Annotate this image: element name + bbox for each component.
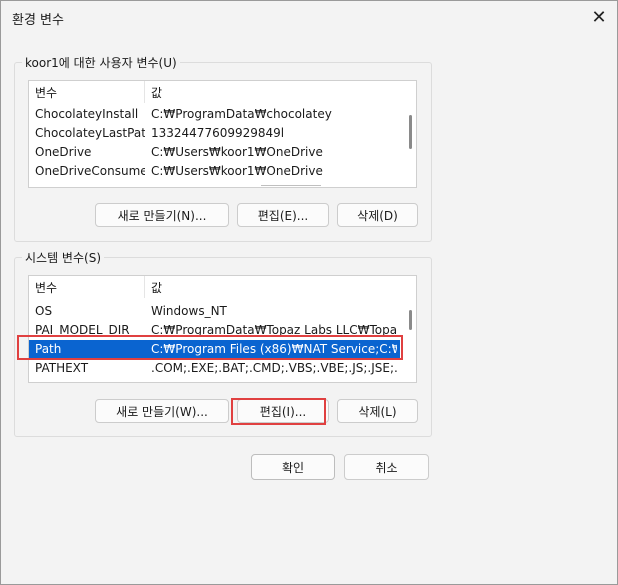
list-item[interactable]: PAI_MODEL_DIR C:₩ProgramData₩Topaz Labs … bbox=[29, 321, 400, 340]
user-edit-button[interactable]: 편집(E)... bbox=[237, 203, 329, 227]
system-list-scrollbar[interactable] bbox=[408, 298, 414, 380]
scrollbar-thumb[interactable] bbox=[409, 115, 412, 149]
cancel-button[interactable]: 취소 bbox=[344, 454, 429, 480]
list-header: 변수 값 bbox=[29, 276, 416, 298]
user-new-button[interactable]: 새로 만들기(N)... bbox=[95, 203, 229, 227]
variable-name: OS bbox=[35, 304, 53, 318]
list-item[interactable]: OneDrive C:₩Users₩koor1₩OneDrive bbox=[29, 143, 400, 162]
variable-value: C:₩ProgramData₩Topaz Labs LLC₩Topaz ... bbox=[151, 323, 397, 337]
variable-value: C:₩Program Files (x86)₩NAT Service;C:₩W.… bbox=[151, 342, 397, 356]
system-variables-group: 시스템 변수(S) 변수 값 OS Windows_NT PAI_MODEL_D… bbox=[14, 249, 432, 437]
user-variables-list[interactable]: 변수 값 ChocolateyInstall C:₩ProgramData₩ch… bbox=[28, 80, 417, 188]
variable-name: OneDrive bbox=[35, 145, 92, 159]
variable-name: Path bbox=[35, 342, 62, 356]
window-title: 환경 변수 bbox=[12, 13, 64, 28]
close-icon[interactable]: ✕ bbox=[587, 5, 611, 29]
system-variables-list[interactable]: 변수 값 OS Windows_NT PAI_MODEL_DIR C:₩Prog… bbox=[28, 275, 417, 383]
ok-button[interactable]: 확인 bbox=[251, 454, 335, 480]
variable-value: Windows_NT bbox=[151, 304, 227, 318]
user-list-scrollbar[interactable] bbox=[408, 103, 414, 185]
variable-value: C:₩ProgramData₩chocolatey bbox=[151, 107, 332, 121]
column-divider bbox=[144, 81, 145, 103]
list-header: 변수 값 bbox=[29, 81, 416, 103]
list-item[interactable]: ChocolateyLastPat... 13324477609929849l bbox=[29, 124, 400, 143]
title-bar: 환경 변수 ✕ bbox=[1, 1, 617, 33]
list-item[interactable]: OneDriveConsumer C:₩Users₩koor1₩OneDrive bbox=[29, 162, 400, 181]
list-item[interactable]: OS Windows_NT bbox=[29, 302, 400, 321]
list-item[interactable]: PATHEXT .COM;.EXE;.BAT;.CMD;.VBS;.VBE;.J… bbox=[29, 359, 400, 378]
column-divider bbox=[144, 276, 145, 298]
variable-value: C:₩Users₩koor1₩OneDrive bbox=[151, 164, 323, 178]
scroll-hint-line bbox=[261, 185, 321, 186]
variable-value: C:₩Users₩koor1₩OneDrive bbox=[151, 145, 323, 159]
user-delete-button[interactable]: 삭제(D) bbox=[337, 203, 418, 227]
column-header-value[interactable]: 값 bbox=[151, 84, 162, 101]
variable-name: OneDriveConsumer bbox=[35, 164, 145, 178]
system-new-button[interactable]: 새로 만들기(W)... bbox=[95, 399, 229, 423]
variable-name: PATHEXT bbox=[35, 361, 89, 375]
user-variables-label: koor1에 대한 사용자 변수(U) bbox=[22, 54, 180, 71]
list-item[interactable]: ChocolateyInstall C:₩ProgramData₩chocola… bbox=[29, 105, 400, 124]
variable-name: ChocolateyLastPat... bbox=[35, 126, 145, 140]
list-item-selected[interactable]: Path C:₩Program Files (x86)₩NAT Service;… bbox=[29, 340, 400, 359]
variable-name: PAI_MODEL_DIR bbox=[35, 323, 130, 337]
column-header-name[interactable]: 변수 bbox=[35, 279, 57, 296]
column-header-value[interactable]: 값 bbox=[151, 279, 162, 296]
system-edit-button[interactable]: 편집(I)... bbox=[237, 399, 329, 423]
environment-variables-dialog: 환경 변수 ✕ koor1에 대한 사용자 변수(U) 변수 값 Chocola… bbox=[0, 0, 618, 585]
system-delete-button[interactable]: 삭제(L) bbox=[337, 399, 418, 423]
system-variables-label: 시스템 변수(S) bbox=[22, 249, 104, 266]
scrollbar-thumb[interactable] bbox=[409, 310, 412, 330]
variable-value: 13324477609929849l bbox=[151, 126, 285, 140]
user-variables-group: koor1에 대한 사용자 변수(U) 변수 값 ChocolateyInsta… bbox=[14, 54, 432, 242]
column-header-name[interactable]: 변수 bbox=[35, 84, 57, 101]
variable-name: ChocolateyInstall bbox=[35, 107, 139, 121]
variable-value: .COM;.EXE;.BAT;.CMD;.VBS;.VBE;.JS;.JSE;.… bbox=[151, 361, 397, 375]
